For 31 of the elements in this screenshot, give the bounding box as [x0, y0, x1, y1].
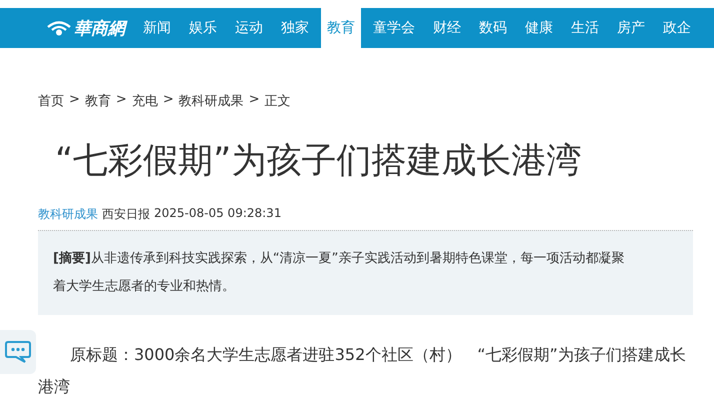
nav-tab[interactable]: 房产 [611, 8, 651, 48]
nav-tab[interactable]: 新闻 [137, 8, 177, 48]
nav-tab[interactable]: 数码 [473, 8, 513, 48]
breadcrumb-link[interactable]: 充电 [132, 92, 158, 110]
nav-tab[interactable]: 政企 [657, 8, 697, 48]
nav-tab[interactable]: 财经 [427, 8, 467, 48]
article-paragraph: 原标题：3000余名大学生志愿者进驻352个社区（村） “七彩假期”为孩子们搭建成长港湾 [38, 344, 687, 398]
site-logo[interactable]: 華商網 [74, 16, 125, 40]
chat-bubble-icon [4, 340, 32, 364]
breadcrumb-separator: > [162, 92, 174, 109]
article-source: 西安日报 [102, 206, 150, 223]
breadcrumb-separator: > [116, 92, 127, 109]
summary-text: [摘要]从非遗传承到科技实践探索，从“清凉一夏”亲子实践活动到暑期特色课堂，每一项活动都凝聚着大学生志愿者的专业和热情。 [53, 250, 626, 296]
breadcrumb-link[interactable]: 正文 [264, 92, 291, 110]
breadcrumb-link[interactable]: 教育 [84, 92, 111, 110]
breadcrumb-separator: > [248, 92, 260, 109]
breadcrumb-separator: > [69, 92, 80, 109]
nav-tab[interactable]: 娱乐 [183, 8, 223, 48]
signal-logo-icon [46, 20, 72, 36]
breadcrumb-link[interactable]: 教科研成果 [178, 92, 244, 110]
breadcrumb-link[interactable]: 首页 [38, 92, 64, 110]
nav-tab[interactable]: 教育 [321, 8, 361, 48]
publish-date: 2025-08-05 09:28:31 [154, 206, 282, 222]
nav-tab[interactable]: 独家 [275, 8, 315, 48]
comment-button[interactable] [0, 330, 36, 374]
article-title: “七彩假期”为孩子们搭建成长港湾 [55, 140, 582, 183]
category-link[interactable]: 教科研成果 [38, 206, 98, 223]
nav-tab[interactable]: 童学会 [367, 8, 421, 48]
nav-tab[interactable]: 生活 [565, 8, 605, 48]
nav-tab[interactable]: 运动 [229, 8, 269, 48]
nav-tab[interactable]: 健康 [519, 8, 559, 48]
